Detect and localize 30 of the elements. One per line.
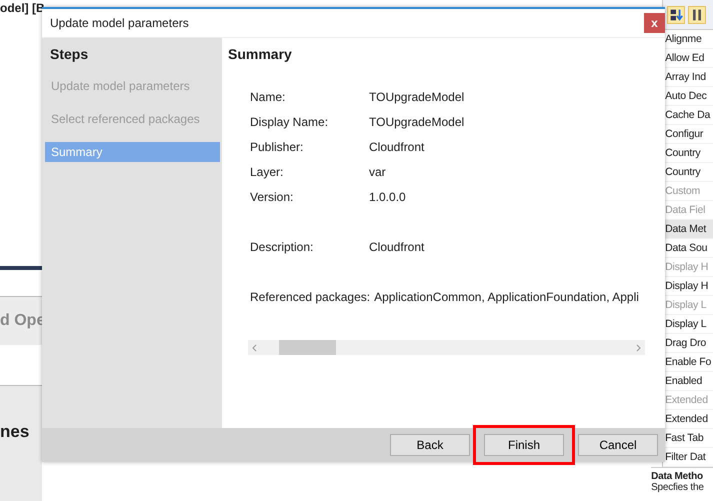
field-value: 1.0.0.0 xyxy=(369,190,406,206)
scroll-right-icon[interactable] xyxy=(634,344,642,352)
field-label: Name: xyxy=(250,90,286,106)
scroll-left-icon[interactable] xyxy=(251,344,259,352)
field-label: Layer: xyxy=(250,165,284,181)
field-label: Description: xyxy=(250,240,314,256)
field-value: var xyxy=(369,165,386,181)
steps-heading: Steps xyxy=(49,46,90,64)
field-value: TOUpgradeModel xyxy=(369,115,464,131)
description-text: Specfies the xyxy=(651,482,705,493)
field-label: Referenced packages: xyxy=(250,290,372,306)
horizontal-scrollbar[interactable] xyxy=(248,340,645,355)
scroll-thumb[interactable] xyxy=(279,340,336,355)
dialog-button[interactable]: Cancel xyxy=(578,434,658,456)
field-value: Cloudfront xyxy=(369,240,424,256)
property-row[interactable]: Data Met xyxy=(663,220,713,239)
field-label: Display Name: xyxy=(250,115,330,131)
description-title: Data Metho xyxy=(651,471,704,482)
field-label: Publisher: xyxy=(250,140,304,156)
field-value: TOUpgradeModel xyxy=(369,90,464,106)
field-value: ApplicationCommon, ApplicationFoundation, Appli xyxy=(374,290,639,306)
dialog-title: Update model parameters xyxy=(50,16,189,30)
dialog-button[interactable]: Finish xyxy=(484,434,564,456)
summary-heading: Summary xyxy=(228,46,293,62)
sort-icon[interactable] xyxy=(667,6,686,24)
dialog-button[interactable]: Back xyxy=(390,434,470,456)
section-heading: nes xyxy=(0,422,30,441)
close-button[interactable]: x xyxy=(644,13,665,33)
field-label: Version: xyxy=(250,190,294,206)
field-value: Cloudfront xyxy=(369,140,424,156)
